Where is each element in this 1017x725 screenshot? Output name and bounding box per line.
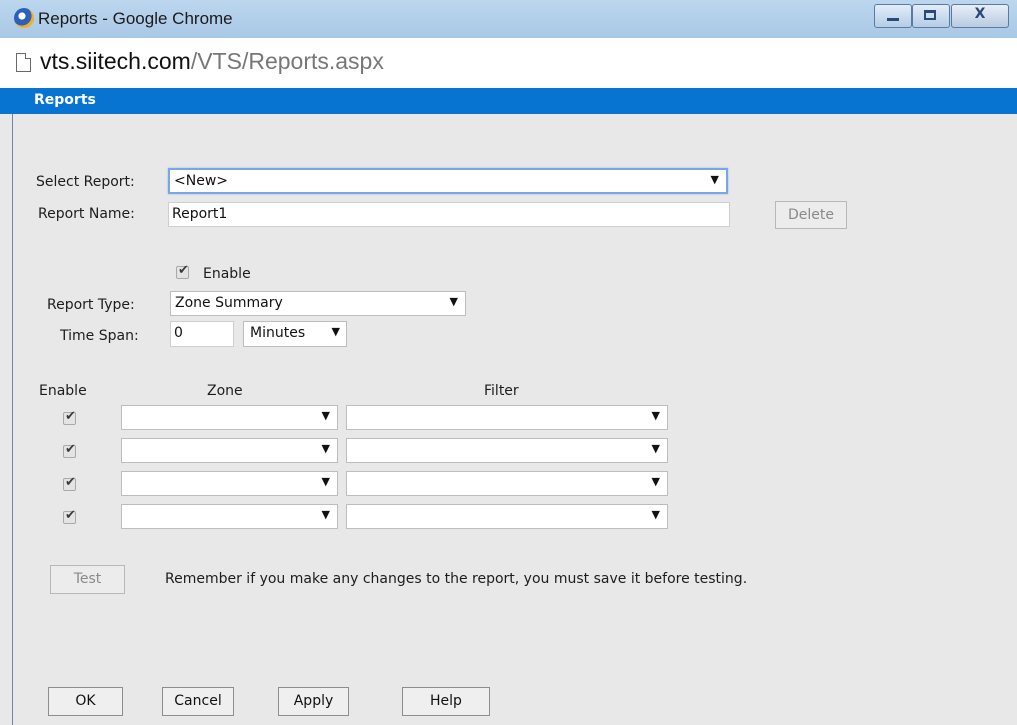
dropdown-arrow-icon: ▼ — [321, 409, 330, 422]
report-name-input[interactable]: Report1 — [168, 202, 730, 227]
zone-dropdown[interactable]: ▼ — [121, 504, 338, 529]
column-header-enable: Enable — [39, 383, 87, 399]
dropdown-arrow-icon: ▼ — [321, 475, 330, 488]
check-icon: ✔ — [65, 475, 76, 490]
zone-dropdown[interactable]: ▼ — [121, 438, 338, 463]
window-title: Reports - Google Chrome — [38, 9, 233, 28]
dropdown-arrow-icon: ▼ — [449, 295, 458, 308]
dropdown-arrow-icon: ▼ — [321, 442, 330, 455]
chrome-app-icon — [14, 8, 34, 28]
row-enable-checkbox[interactable]: ✔ — [63, 475, 76, 491]
cancel-button[interactable]: Cancel — [162, 687, 234, 716]
minimize-button[interactable] — [874, 4, 912, 28]
report-type-label: Report Type: — [47, 297, 135, 313]
test-button[interactable]: Test — [50, 565, 125, 594]
filter-dropdown[interactable]: ▼ — [346, 504, 668, 529]
dropdown-arrow-icon: ▼ — [651, 475, 660, 488]
dropdown-arrow-icon: ▼ — [651, 409, 660, 422]
apply-button[interactable]: Apply — [278, 687, 349, 716]
maximize-icon — [924, 10, 936, 20]
report-type-value: Zone Summary — [175, 295, 283, 311]
check-icon: ✔ — [65, 508, 76, 523]
zone-dropdown[interactable]: ▼ — [121, 471, 338, 496]
ok-button[interactable]: OK — [48, 687, 123, 716]
select-report-dropdown[interactable]: <New> ▼ — [168, 168, 728, 194]
row-enable-checkbox[interactable]: ✔ — [63, 442, 76, 458]
test-note: Remember if you make any changes to the … — [165, 571, 748, 587]
check-icon: ✔ — [65, 442, 76, 457]
dropdown-arrow-icon: ▼ — [651, 442, 660, 455]
close-icon: X — [974, 6, 986, 22]
delete-button[interactable]: Delete — [775, 201, 847, 229]
address-bar[interactable]: vts.siitech.com/VTS/Reports.aspx — [0, 38, 1017, 89]
time-span-value: 0 — [174, 325, 183, 341]
zone-dropdown[interactable]: ▼ — [121, 405, 338, 430]
enable-label: Enable — [203, 266, 251, 282]
report-name-value: Report1 — [172, 206, 228, 222]
url-path: /VTS/Reports.aspx — [190, 48, 384, 74]
window-titlebar: Reports - Google Chrome X — [0, 0, 1017, 39]
filter-dropdown[interactable]: ▼ — [346, 405, 668, 430]
maximize-button[interactable] — [912, 4, 950, 28]
time-unit-value: Minutes — [250, 325, 306, 341]
filter-dropdown[interactable]: ▼ — [346, 471, 668, 496]
row-enable-checkbox[interactable]: ✔ — [63, 508, 76, 524]
check-icon: ✔ — [178, 263, 189, 278]
time-unit-dropdown[interactable]: Minutes ▼ — [243, 321, 347, 347]
column-header-zone: Zone — [207, 383, 243, 399]
url-text[interactable]: vts.siitech.com/VTS/Reports.aspx — [40, 48, 384, 75]
page-title: Reports — [34, 92, 96, 108]
left-frame-border — [0, 114, 13, 725]
minimize-icon — [887, 18, 899, 21]
column-header-filter: Filter — [484, 383, 519, 399]
filter-dropdown[interactable]: ▼ — [346, 438, 668, 463]
time-span-input[interactable]: 0 — [170, 321, 234, 347]
close-button[interactable]: X — [951, 4, 1009, 28]
report-type-dropdown[interactable]: Zone Summary ▼ — [170, 291, 466, 316]
dropdown-arrow-icon: ▼ — [331, 325, 340, 338]
url-host: vts.siitech.com — [40, 48, 191, 74]
help-button[interactable]: Help — [402, 687, 490, 716]
select-report-label: Select Report: — [36, 174, 135, 190]
select-report-value: <New> — [174, 173, 228, 189]
report-name-label: Report Name: — [38, 206, 135, 222]
dropdown-arrow-icon: ▼ — [321, 508, 330, 521]
row-enable-checkbox[interactable]: ✔ — [63, 409, 76, 425]
enable-checkbox[interactable]: ✔ — [176, 263, 189, 279]
dropdown-arrow-icon: ▼ — [651, 508, 660, 521]
dropdown-arrow-icon: ▼ — [710, 173, 719, 186]
reports-header: Reports — [0, 88, 1017, 114]
time-span-label: Time Span: — [60, 328, 139, 344]
page-icon — [16, 53, 31, 72]
check-icon: ✔ — [65, 409, 76, 424]
